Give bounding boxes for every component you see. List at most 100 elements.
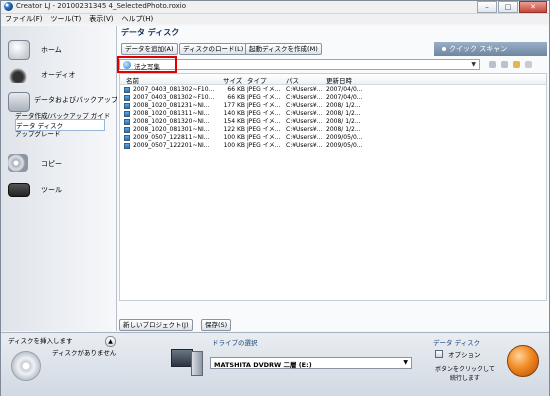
file-modified: 2009/05/0... (326, 142, 363, 149)
file-modified: 2008/ 1/2... (326, 110, 361, 117)
file-size: 100 KB (223, 134, 245, 141)
menu-view[interactable]: 表示(V) (85, 14, 117, 24)
back-icon[interactable] (489, 61, 496, 68)
file-modified: 2008/ 1/2... (326, 118, 361, 125)
column-path[interactable]: パス (286, 75, 299, 85)
file-size: 140 KB (223, 110, 245, 117)
forward-icon[interactable] (501, 61, 508, 68)
options-link[interactable]: オプション (448, 349, 481, 359)
table-row[interactable]: 2008_1020_081320~NI... 154 KB JPEG イメ...… (120, 118, 546, 126)
create-boot-disc-button[interactable]: 起動ディスクを作成(M) (245, 43, 322, 55)
column-modified[interactable]: 更新日時 (326, 75, 352, 85)
menu-bar: ファイル(F) ツール(T) 表示(V) ヘルプ(H) (1, 14, 549, 24)
column-type[interactable]: タイプ (247, 75, 267, 85)
chevron-down-icon: ▼ (471, 61, 476, 68)
toolbox-icon (8, 183, 30, 197)
image-file-icon (124, 119, 130, 125)
column-name[interactable]: 名前 (126, 75, 139, 85)
image-file-icon (124, 135, 130, 141)
home-icon (8, 40, 30, 60)
sidebar-item-label: ホーム (41, 46, 62, 54)
file-path: C:¥Users¥... (286, 110, 323, 117)
folder-icon (8, 92, 30, 112)
highlight-box (117, 56, 177, 73)
sidebar-item-label: オーディオ (41, 71, 76, 79)
file-name: 2008_1020_081231~NI... (133, 102, 210, 109)
file-path: C:¥Users¥... (286, 142, 323, 149)
file-path: C:¥Users¥... (286, 126, 323, 133)
file-type: JPEG イメ... (247, 110, 281, 117)
table-row[interactable]: 2007_0403_081302~F10... 66 KB JPEG イメ...… (120, 86, 546, 94)
file-modified: 2008/ 1/2... (326, 102, 361, 109)
save-button[interactable]: 保存(S) (201, 319, 232, 331)
maximize-button[interactable]: □ (498, 1, 518, 13)
table-row[interactable]: 2007_0403_081302~F10... 66 KB JPEG イメ...… (120, 94, 546, 102)
file-type: JPEG イメ... (247, 86, 281, 93)
file-path: C:¥Users¥... (286, 102, 323, 109)
collapse-button[interactable]: ▲ (105, 336, 116, 347)
file-size: 66 KB (227, 86, 245, 93)
file-type: JPEG イメ... (247, 118, 281, 125)
file-type: JPEG イメ... (247, 142, 281, 149)
burn-button[interactable] (507, 345, 539, 377)
drive-dropdown[interactable]: MATSHITA DVDRW 二層 (E:) ▼ (210, 357, 412, 369)
file-type: JPEG イメ... (247, 134, 281, 141)
file-list: 名前 サイズ タイプ パス 更新日時 2007_0403_081302~F10.… (119, 73, 547, 301)
file-name: 2007_0403_081302~F10... (133, 94, 215, 101)
burn-hint: ボタンをクリックして 続行します (435, 366, 495, 382)
sidebar-item-home[interactable]: ホーム (4, 38, 112, 60)
menu-tools[interactable]: ツール(T) (47, 14, 86, 24)
table-row[interactable]: 2009_0507_122811~NI... 100 KB JPEG イメ...… (120, 134, 546, 142)
image-file-icon (124, 95, 130, 101)
file-size: 177 KB (223, 102, 245, 109)
file-name: 2008_1020_081311~NI... (133, 110, 210, 117)
no-disc-label: ディスクがありません (52, 349, 117, 357)
main-panel: データ ディスク データを追加(A) ディスクのロード(L) 起動ディスクを作成… (117, 26, 549, 331)
file-name: 2008_1020_081301~NI... (133, 126, 210, 133)
table-row[interactable]: 2009_0507_122201~NI... 100 KB JPEG イメ...… (120, 142, 546, 150)
new-project-button[interactable]: 新しいプロジェクト(J) (119, 319, 193, 331)
quick-scan-button[interactable]: クイック スキャン (434, 42, 547, 56)
file-path: C:¥Users¥... (286, 134, 323, 141)
file-path: C:¥Users¥... (286, 118, 323, 125)
close-button[interactable]: ✕ (519, 1, 547, 13)
image-file-icon (124, 87, 130, 93)
file-size: 122 KB (223, 126, 245, 133)
new-folder-icon[interactable] (513, 61, 520, 68)
add-data-button[interactable]: データを追加(A) (121, 43, 178, 55)
sidebar-item-tools[interactable]: ツール (4, 178, 112, 200)
file-type: JPEG イメ... (247, 126, 281, 133)
sidebar-sub-upgrade[interactable]: アップグレード (15, 128, 61, 138)
minimize-button[interactable]: – (477, 1, 497, 13)
sidebar: ホーム オーディオ データおよびバックアップ データ作成/バックアップ ガイド … (1, 26, 118, 331)
image-file-icon (124, 127, 130, 133)
sidebar-item-audio[interactable]: オーディオ (4, 63, 112, 85)
delete-icon[interactable] (525, 61, 532, 68)
column-size[interactable]: サイズ (223, 75, 242, 85)
title-bar: Creator LJ - 20100231345 4_SelectedPhoto… (1, 1, 549, 14)
file-name: 2009_0507_122201~NI... (133, 142, 210, 149)
image-file-icon (124, 143, 130, 149)
load-disc-button[interactable]: ディスクのロード(L) (179, 43, 248, 55)
sidebar-item-copy[interactable]: コピー (4, 152, 112, 174)
sidebar-item-data-backup[interactable]: データおよびバックアップ (4, 90, 118, 112)
table-row[interactable]: 2008_1020_081311~NI... 140 KB JPEG イメ...… (120, 110, 546, 118)
menu-file[interactable]: ファイル(F) (1, 14, 47, 24)
file-path: C:¥Users¥... (286, 94, 323, 101)
options-icon[interactable] (435, 350, 443, 358)
disc-icon (11, 351, 41, 381)
headphones-icon (8, 65, 28, 83)
project-type-label: データ ディスク (433, 339, 481, 347)
drive-select-label: ドライブの選択 (212, 339, 258, 347)
sidebar-item-label: ツール (41, 186, 62, 194)
sidebar-item-label: データおよびバックアップ (34, 96, 118, 104)
quick-scan-label: クイック スキャン (449, 45, 508, 53)
file-modified: 2007/04/0... (326, 94, 363, 101)
drive-name: MATSHITA DVDRW 二層 (E:) (214, 361, 312, 369)
table-row[interactable]: 2008_1020_081231~NI... 177 KB JPEG イメ...… (120, 102, 546, 110)
file-size: 154 KB (223, 118, 245, 125)
file-name: 2007_0403_081302~F10... (133, 86, 215, 93)
table-row[interactable]: 2008_1020_081301~NI... 122 KB JPEG イメ...… (120, 126, 546, 134)
menu-help[interactable]: ヘルプ(H) (118, 14, 158, 24)
scan-dot-icon (442, 47, 446, 51)
